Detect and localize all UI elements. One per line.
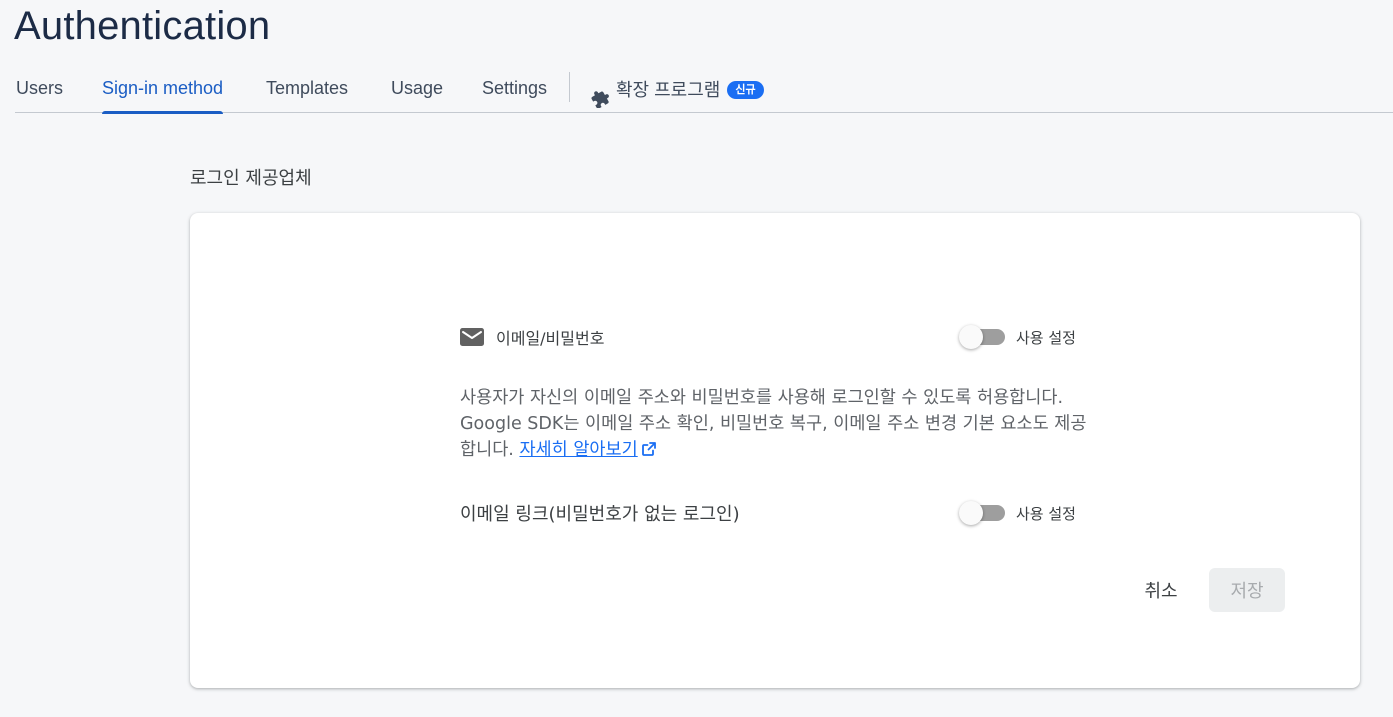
learn-more-label: 자세히 알아보기 — [519, 440, 638, 460]
email-link-row: 이메일 링크(비밀번호가 없는 로그인) 사용 설정 — [460, 500, 1090, 526]
mail-icon — [460, 327, 484, 347]
tab-extensions-label: 확장 프로그램 — [616, 79, 721, 100]
cancel-button[interactable]: 취소 — [1130, 568, 1192, 612]
section-title: 로그인 제공업체 — [190, 168, 312, 189]
tab-templates[interactable]: Templates — [266, 66, 348, 113]
toggle-track — [959, 501, 1005, 525]
tab-settings[interactable]: Settings — [482, 66, 547, 113]
toggle-thumb — [959, 325, 983, 349]
toggle-track — [959, 325, 1005, 349]
email-link-label: 이메일 링크(비밀번호가 없는 로그인) — [460, 504, 740, 525]
save-button[interactable]: 저장 — [1209, 568, 1285, 612]
email-link-toggle[interactable]: 사용 설정 — [959, 501, 1076, 525]
provider-row: 이메일/비밀번호 사용 설정 — [460, 325, 1090, 349]
toggle-label: 사용 설정 — [1016, 504, 1076, 523]
tab-usage[interactable]: Usage — [391, 66, 443, 113]
provider-card: 이메일/비밀번호 사용 설정 사용자가 자신의 이메일 주소와 비밀번호를 사용… — [190, 213, 1360, 688]
puzzle-icon — [591, 80, 610, 109]
learn-more-link[interactable]: 자세히 알아보기 — [519, 440, 656, 460]
tab-bar: Users Sign-in method Templates Usage Set… — [15, 66, 1393, 114]
provider-name: 이메일/비밀번호 — [496, 329, 605, 348]
tab-divider — [569, 72, 570, 102]
provider-description: 사용자가 자신의 이메일 주소와 비밀번호를 사용해 로그인할 수 있도록 허용… — [460, 385, 1090, 463]
toggle-thumb — [959, 501, 983, 525]
page-title: Authentication — [14, 4, 271, 48]
tab-extensions[interactable]: 확장 프로그램 신규 — [591, 66, 764, 113]
tab-sign-in-method[interactable]: Sign-in method — [102, 66, 224, 114]
open-in-new-icon — [641, 439, 657, 456]
new-badge: 신규 — [727, 80, 764, 99]
toggle-label: 사용 설정 — [1016, 328, 1076, 347]
tab-users[interactable]: Users — [16, 66, 63, 113]
email-password-toggle[interactable]: 사용 설정 — [959, 325, 1076, 349]
